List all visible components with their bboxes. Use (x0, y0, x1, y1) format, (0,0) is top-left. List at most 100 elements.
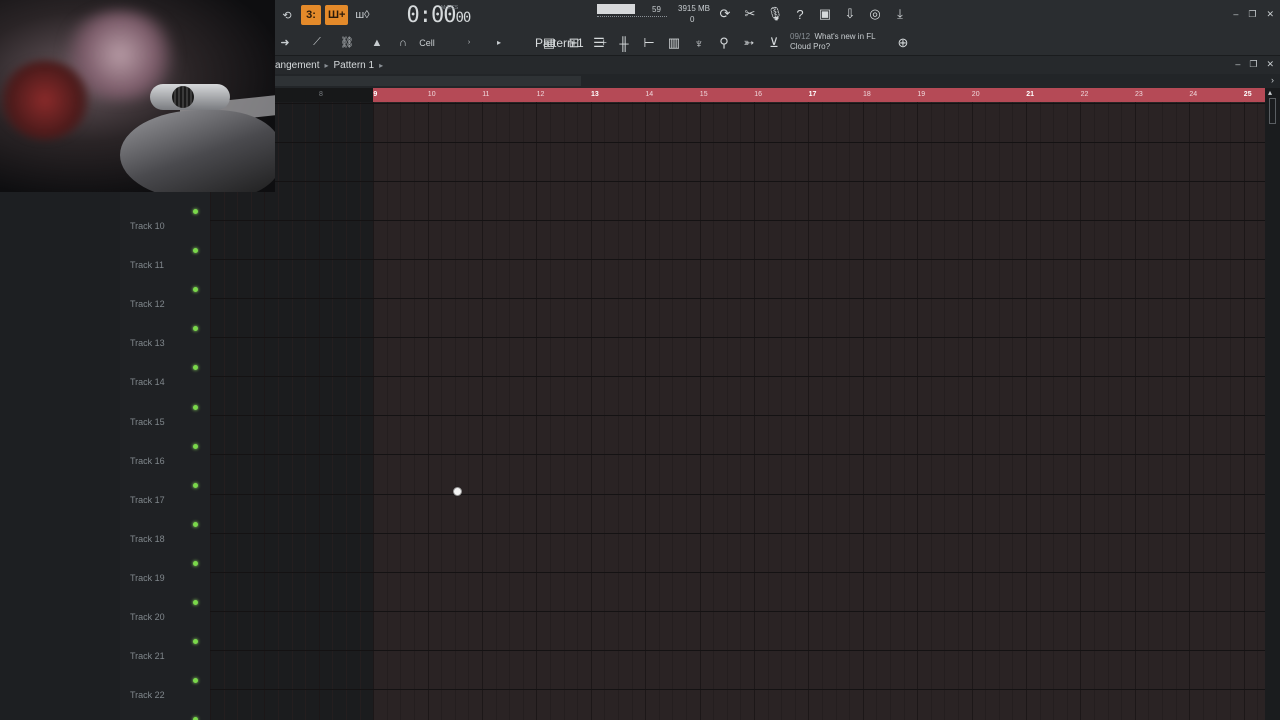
ruler-bar-22: 22 (1080, 91, 1089, 98)
track-led-icon[interactable] (193, 209, 198, 214)
track-led-icon[interactable] (193, 560, 198, 566)
ruler-bar-24: 24 (1189, 91, 1198, 98)
track-led-icon[interactable] (193, 365, 198, 371)
link-icon[interactable]: ⛓ (337, 33, 357, 53)
play-arrow-icon[interactable]: ▸ (489, 33, 509, 53)
blend-notes-button[interactable]: ш◊ (352, 5, 372, 25)
mouse-cursor (453, 487, 462, 496)
playlist-icon[interactable]: ▤ (541, 35, 557, 51)
loop-icon[interactable]: ⟲ (277, 5, 297, 25)
track-label[interactable]: Track 13 (130, 338, 165, 348)
track-led-icon[interactable] (193, 248, 198, 254)
breadcrumb-arrow-icon[interactable]: ▸ (379, 61, 383, 70)
snap-label[interactable]: Cell (417, 33, 437, 53)
track-led-icon[interactable] (193, 521, 198, 527)
track-label[interactable]: Track 18 (130, 534, 165, 544)
track-label[interactable]: Track 16 (130, 456, 165, 466)
vertical-scrollbar-thumb[interactable] (1269, 98, 1276, 124)
main-toolbar: ⟲ 3: Ш+ ш◊ 0:0000 M:S:CS 59 3915 MB 0 ⟳ … (275, 0, 1280, 30)
playlist-close-icon[interactable]: ✕ (1266, 59, 1274, 70)
track-label[interactable]: Track 19 (130, 573, 165, 583)
cpu-meter (597, 4, 635, 14)
news-panel[interactable]: 09/12 What's new in FL Cloud Pro? (790, 32, 876, 52)
playlist-grid[interactable] (210, 102, 1265, 720)
breadcrumb-arrangement[interactable]: angement (275, 60, 319, 71)
ruler-bar-9: 9 (373, 91, 378, 98)
horizontal-scroll: › (275, 74, 1280, 88)
track-led-icon[interactable] (193, 404, 198, 410)
browser-icon[interactable]: ⊢ (641, 35, 657, 51)
playlist-maximize-icon[interactable]: ❐ (1249, 59, 1257, 70)
ruler-bar-12: 12 (536, 91, 545, 98)
tuner-icon[interactable]: ⚲ (716, 35, 732, 51)
time-display[interactable]: 0:0000 (406, 3, 471, 28)
cart-icon[interactable]: ⊻ (766, 35, 782, 51)
track-label[interactable]: Track 22 (130, 690, 165, 700)
render-icon[interactable]: ⇩ (842, 6, 858, 22)
scroll-up-icon[interactable]: ▴ (1268, 88, 1272, 97)
track-led-icon[interactable] (193, 443, 198, 449)
close-icon[interactable]: ✕ (1266, 9, 1274, 20)
memory-value: 3915 MB (678, 4, 711, 13)
track-label[interactable]: Track 15 (130, 417, 165, 427)
maximize-icon[interactable]: ❐ (1248, 9, 1256, 20)
scissors-icon[interactable]: ✂ (742, 6, 758, 22)
breadcrumb-separator-icon: ▸ (324, 60, 329, 70)
track-led-icon[interactable] (193, 287, 198, 293)
stamp-icon[interactable]: ▲ (367, 33, 387, 53)
arrow-right-icon[interactable]: ➜ (275, 33, 295, 53)
ruler-bar-14: 14 (645, 91, 654, 98)
track-led-icon[interactable] (193, 482, 198, 488)
track-label[interactable]: Track 21 (130, 651, 165, 661)
chat-icon[interactable]: ◎ (867, 6, 883, 22)
playlist-minimize-icon[interactable]: – (1235, 59, 1240, 70)
ruler-bar-23: 23 (1135, 91, 1143, 98)
typing-keyboard-button[interactable]: 3: (301, 5, 321, 25)
track-label[interactable]: Track 14 (130, 377, 165, 387)
scroll-right-icon[interactable]: › (1271, 75, 1274, 85)
globe-icon[interactable]: ⊕ (895, 35, 911, 51)
track-label[interactable]: Track 20 (130, 612, 165, 622)
channel-rack-icon[interactable]: ☰ (591, 35, 607, 51)
track-led-icon[interactable] (193, 600, 198, 605)
track-label[interactable]: Track 11 (130, 260, 164, 270)
ruler-bar-17: 17 (808, 91, 817, 98)
breadcrumb-pattern[interactable]: Pattern 1 (334, 60, 375, 71)
track-label[interactable]: Track 10 (130, 221, 165, 231)
ruler-bar-13: 13 (591, 91, 599, 98)
oscilloscope (597, 16, 667, 19)
magnet-icon[interactable]: ∩ (393, 33, 413, 53)
playlist-header: angement ▸ Pattern 1 ▸ – ❐ ✕ (275, 56, 1280, 74)
ruler-bar-11: 11 (482, 91, 490, 98)
step-edit-button[interactable]: Ш+ (325, 5, 349, 25)
track-led-icon[interactable] (193, 326, 198, 332)
webcam-overlay (0, 0, 275, 192)
cpu-value: 59 (652, 5, 661, 14)
track-led-icon[interactable] (193, 639, 198, 645)
plugin-icon[interactable]: ♆ (691, 35, 707, 51)
help-icon[interactable]: ? (792, 6, 808, 22)
piano-roll-icon[interactable]: ⊞ (566, 35, 582, 51)
save-icon[interactable]: ▣ (817, 6, 833, 22)
track-label[interactable]: Track 12 (130, 299, 165, 309)
horizontal-scrollbar[interactable] (275, 76, 581, 86)
track-led-icon[interactable] (193, 678, 198, 684)
ruler-bar-21: 21 (1026, 91, 1034, 98)
vertical-scroll[interactable]: ▴ (1265, 88, 1280, 720)
snap-arrow-icon[interactable]: › (459, 33, 479, 53)
polyphony-value: 0 (690, 15, 695, 24)
project-icon[interactable]: ▥ (666, 35, 682, 51)
minimize-icon[interactable]: – (1233, 9, 1238, 20)
ruler-bar-15: 15 (699, 91, 708, 98)
ruler-bar-16: 16 (754, 91, 762, 98)
download-icon[interactable]: ⤓ (892, 6, 908, 22)
flow-icon[interactable]: ➳ (741, 35, 757, 51)
microphone-icon[interactable]: 🎙 (767, 6, 784, 22)
track-list: Track 10 Track 11 Track 12 Track 13 Track 14… (0, 192, 210, 720)
track-label[interactable]: Track 17 (130, 495, 165, 505)
brush-icon[interactable]: ⟋ (307, 33, 327, 53)
ruler-bar-8: 8 (319, 91, 323, 98)
refresh-icon[interactable]: ⟳ (717, 6, 733, 22)
timeline-ruler[interactable]: 8 9 10 11 12 13 14 15 16 17 18 19 20 21 22 23 24 25 (210, 88, 1265, 102)
mixer-icon[interactable]: ╫ (616, 35, 632, 51)
